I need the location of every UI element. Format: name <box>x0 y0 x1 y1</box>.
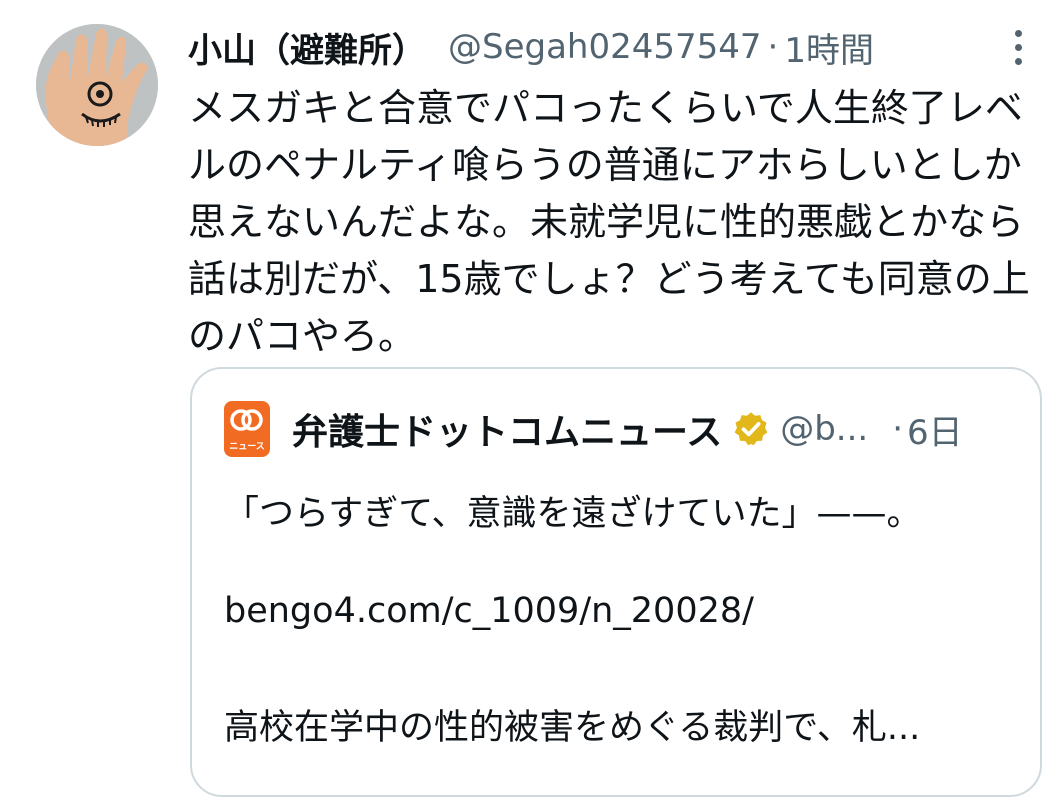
user-handle[interactable]: @Segah02457547 <box>448 27 762 67</box>
quote-handle[interactable]: @b... <box>780 409 868 449</box>
quote-link[interactable]: bengo4.com/c_1009/n_20028/ <box>224 591 754 631</box>
tweet-header: 小山（避難所） @Segah02457547 · 1時間 <box>188 22 874 72</box>
quote-tweet-card[interactable]: ニュース 弁護士ドットコムニュース @b... · 6日 「つらすぎて、意識を遠… <box>190 367 1042 797</box>
quote-text-line: 高校在学中の性的被害をめぐる裁判で、札... <box>224 708 921 748</box>
tweet-text-line: 思えないんだよな。未就学児に性的悪戯とかなら <box>188 200 1025 244</box>
tweet-text-line: のパコやろ。 <box>188 314 417 358</box>
avatar[interactable] <box>36 24 158 146</box>
separator-dot: · <box>767 27 779 67</box>
timestamp[interactable]: 1時間 <box>784 23 874 72</box>
tweet: 小山（避難所） @Segah02457547 · 1時間 メスガキと合意でパコっ… <box>0 0 1063 797</box>
quote-header: ニュース 弁護士ドットコムニュース @b... · 6日 <box>224 401 963 457</box>
quote-display-name[interactable]: 弁護士ドットコムニュース <box>292 403 722 455</box>
more-options-button[interactable] <box>1000 28 1036 68</box>
logo-text: ニュース <box>229 442 265 452</box>
verified-badge-icon <box>734 412 768 446</box>
tweet-text: メスガキと合意でパコったくらいで人生終了レベ ルのペナルティ喰らうの普通にアホら… <box>188 80 1038 365</box>
more-vertical-icon <box>1015 30 1022 37</box>
bengo4-logo[interactable]: ニュース <box>224 401 270 457</box>
tweet-text-line: メスガキと合意でパコったくらいで人生終了レベ <box>188 86 1023 130</box>
quote-timestamp[interactable]: 6日 <box>907 405 963 454</box>
tweet-text-line: ルのペナルティ喰らうの普通にアホらしいとしか <box>188 143 1022 187</box>
quote-separator-dot: · <box>892 409 904 449</box>
quote-text-line: 「つらすぎて、意識を遠ざけていた」——。 <box>224 494 922 534</box>
tweet-text-line: 話は別だが、15歳でしょ？どう考えても同意の上 <box>188 257 1030 301</box>
display-name[interactable]: 小山（避難所） <box>188 23 426 72</box>
